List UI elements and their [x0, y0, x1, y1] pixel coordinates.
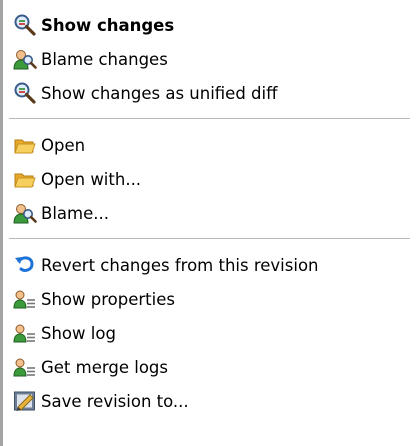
- folder-open-icon: [14, 139, 36, 154]
- menu-item-save-revision-to[interactable]: Save revision to...: [3, 384, 416, 418]
- menu-item-label: Show log: [41, 323, 116, 343]
- properties-user-list-icon: [13, 290, 35, 309]
- menu-item-show-log[interactable]: Show log: [3, 316, 416, 350]
- menu-separator: [9, 118, 410, 119]
- menu-item-show-properties[interactable]: Show properties: [3, 282, 416, 316]
- menu-item-label: Get merge logs: [41, 357, 168, 377]
- context-menu: Show changes Blame changes Show changes …: [0, 0, 416, 446]
- save-revision-pencil-icon: [14, 391, 35, 411]
- folder-open-icon: [14, 173, 36, 188]
- blame-user-magnifier-icon: [13, 50, 37, 70]
- menu-item-label: Open with...: [41, 169, 142, 189]
- menu-item-show-changes-unified-diff[interactable]: Show changes as unified diff: [3, 76, 416, 110]
- blame-user-magnifier-icon: [13, 204, 37, 224]
- menu-item-open-with[interactable]: Open with...: [3, 162, 416, 196]
- magnifier-diff-icon: [14, 14, 36, 36]
- menu-item-label: Blame...: [41, 203, 109, 223]
- menu-item-label: Show properties: [41, 289, 175, 309]
- menu-item-label: Show changes: [41, 15, 175, 35]
- menu-item-revert-changes[interactable]: Revert changes from this revision: [3, 248, 416, 282]
- revert-arrow-icon: [15, 256, 34, 272]
- log-user-list-icon: [13, 324, 35, 343]
- menu-item-show-changes[interactable]: Show changes: [3, 8, 416, 42]
- menu-separator: [9, 238, 410, 239]
- menu-group-open: Open Open with... Blame...: [3, 128, 416, 230]
- menu-item-label: Open: [41, 135, 86, 155]
- menu-item-label: Blame changes: [41, 49, 168, 69]
- menu-item-label: Save revision to...: [41, 391, 189, 411]
- menu-group-diff: Show changes Blame changes Show changes …: [3, 0, 416, 110]
- menu-group-revision: Revert changes from this revision Show p…: [3, 248, 416, 418]
- menu-item-blame-changes[interactable]: Blame changes: [3, 42, 416, 76]
- menu-item-label: Show changes as unified diff: [41, 83, 278, 103]
- menu-item-get-merge-logs[interactable]: Get merge logs: [3, 350, 416, 384]
- menu-item-open[interactable]: Open: [3, 128, 416, 162]
- menu-item-label: Revert changes from this revision: [41, 255, 319, 275]
- menu-item-blame[interactable]: Blame...: [3, 196, 416, 230]
- magnifier-diff-icon: [14, 82, 36, 104]
- merge-log-user-list-icon: [13, 358, 35, 377]
